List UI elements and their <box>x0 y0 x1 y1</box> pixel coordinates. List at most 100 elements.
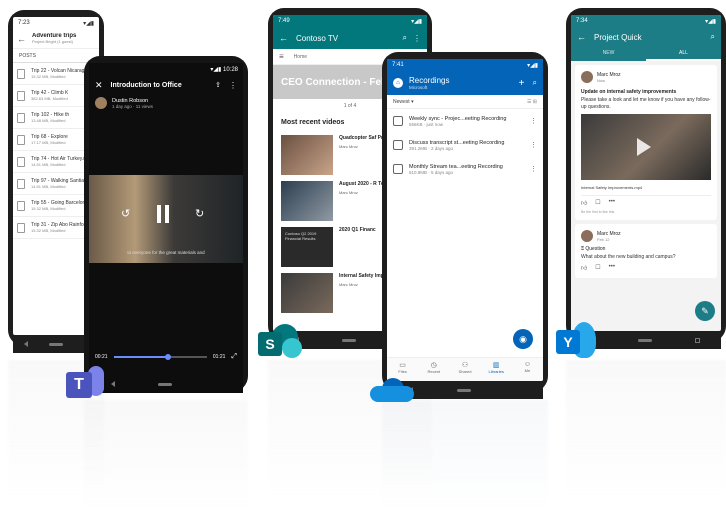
back-arrow-icon[interactable]: ← <box>17 34 26 44</box>
video-thumbnail[interactable] <box>581 114 711 180</box>
post-author[interactable]: Marc Mroz <box>597 72 621 78</box>
video-file-icon <box>17 90 25 101</box>
post-card: Marc Mroz Now Update on internal safety i… <box>575 65 717 220</box>
back-arrow-icon[interactable]: ← <box>279 33 288 43</box>
tab-label: Libraries <box>488 369 504 374</box>
video-thumbnail[interactable] <box>281 273 333 313</box>
home-folder-icon[interactable]: ⌂ <box>393 78 403 88</box>
seek-handle[interactable] <box>164 354 171 360</box>
more-icon[interactable]: ••• <box>609 264 615 272</box>
search-icon[interactable]: ⌕ <box>533 78 537 88</box>
video-thumbnail[interactable]: Contoso Q2 2019 Financial Results <box>281 227 333 267</box>
compose-button[interactable]: ✎ <box>695 301 715 321</box>
yammer-logo: Y <box>556 322 600 362</box>
comment-icon[interactable]: ☐ <box>595 264 600 272</box>
more-icon[interactable]: ⋮ <box>413 34 421 43</box>
hero-banner[interactable]: CEO Connection - Feb 2 <box>281 77 395 88</box>
pause-icon[interactable] <box>155 205 171 223</box>
video-file-icon <box>17 222 25 233</box>
tab-recent[interactable]: ◷ Recent <box>418 358 449 381</box>
thumbnail-text: Contoso Q2 2019 Financial Results <box>285 231 317 242</box>
video-thumbnail[interactable] <box>281 181 333 221</box>
home-icon[interactable] <box>457 388 472 392</box>
author-name[interactable]: Dustin Robson <box>112 98 153 104</box>
tab-all[interactable]: ALL <box>646 47 721 61</box>
yammer-letter: Y <box>556 330 580 354</box>
tab-posts[interactable]: POSTS <box>13 49 99 63</box>
recording-file-icon <box>393 164 403 174</box>
breadcrumb[interactable]: Home <box>294 54 307 60</box>
comment-icon[interactable]: ☐ <box>595 199 600 207</box>
folder-title: Recordings <box>409 76 450 85</box>
file-row[interactable]: Discuss transcript st...eeting Recording… <box>387 133 543 157</box>
forward-icon[interactable]: ↻ <box>195 207 204 220</box>
camera-button[interactable]: ◉ <box>513 329 533 349</box>
folder-subtitle: Microsoft <box>409 85 428 90</box>
video-file-icon <box>17 200 25 211</box>
search-icon[interactable]: ⌕ <box>711 32 715 42</box>
post-author[interactable]: Marc Mroz <box>597 231 621 237</box>
site-title: Contoso TV <box>296 33 339 43</box>
sort-dropdown[interactable]: Newest ▾ <box>393 99 527 105</box>
share-icon[interactable]: ⇪ <box>215 81 221 89</box>
attachment-name[interactable]: Internal Safety Improvements.mp4 <box>581 185 711 190</box>
video-meta: 1 day ago · 11 views <box>112 103 153 109</box>
tab-new[interactable]: NEW <box>571 47 646 61</box>
file-row[interactable]: Weekly sync - Projec...eeting Recording 5… <box>387 109 543 133</box>
tab-me[interactable]: ☺ Me <box>512 358 543 381</box>
play-icon[interactable] <box>637 138 651 156</box>
more-icon[interactable]: ⋮ <box>530 141 537 149</box>
menu-icon[interactable]: ≡ <box>279 52 284 61</box>
tab-libraries[interactable]: ▥ Libraries <box>481 358 512 381</box>
search-icon[interactable]: ⌕ <box>403 33 407 43</box>
video-title: 2020 Q1 Financ <box>339 227 376 233</box>
status-time: 7:23 <box>18 20 30 26</box>
recording-file-icon <box>393 140 403 150</box>
video-frame[interactable]: ↺ ↻ to everyone for the great materials … <box>89 175 243 263</box>
rewind-icon[interactable]: ↺ <box>121 207 130 220</box>
reflection <box>566 360 726 500</box>
view-toggle-icon[interactable]: ☰ ⊞ <box>527 99 537 105</box>
video-file-icon <box>17 134 25 145</box>
more-icon[interactable]: ⋮ <box>530 117 537 125</box>
elapsed-time: 00:21 <box>95 354 108 360</box>
file-meta: 391.2MB · 2 days ago <box>409 145 454 151</box>
teams-letter: T <box>66 372 92 398</box>
status-time: 10:28 <box>222 66 238 73</box>
status-bar: ▾◢▮ 10:28 <box>210 66 238 73</box>
back-icon[interactable] <box>110 381 115 387</box>
back-icon[interactable] <box>23 341 28 347</box>
avatar[interactable] <box>95 97 107 109</box>
more-icon[interactable]: ••• <box>609 199 615 207</box>
post-headline: Update on internal safety improvements <box>581 89 677 95</box>
home-icon[interactable] <box>342 338 357 342</box>
status-bar: 7:49 ▾◢▮ <box>278 18 422 25</box>
post-time: Now <box>597 77 606 83</box>
tab-label: Files <box>398 369 407 374</box>
home-icon[interactable] <box>158 382 173 386</box>
add-icon[interactable]: + <box>519 78 525 89</box>
seek-bar[interactable] <box>113 354 207 360</box>
home-icon[interactable] <box>638 338 653 342</box>
video-thumbnail[interactable] <box>281 135 333 175</box>
more-icon[interactable]: ⋮ <box>229 81 237 90</box>
like-icon[interactable]: 👍︎ <box>581 264 587 272</box>
avatar[interactable] <box>581 71 593 83</box>
avatar[interactable] <box>581 230 593 242</box>
back-arrow-icon[interactable]: ← <box>577 32 586 42</box>
home-icon[interactable] <box>48 342 63 346</box>
video-title: Introduction to Office <box>110 81 182 89</box>
file-meta: 382.63 MB, Modified <box>31 96 68 101</box>
tab-icon: ⚇ <box>461 362 469 369</box>
phone-teams-video: ▾◢▮ 10:28 ✕ Introduction to Office ⇪ ⋮ D… <box>84 56 248 393</box>
post-body: What about the new building and campus? <box>581 254 676 260</box>
sharepoint-letter: S <box>258 332 282 356</box>
close-icon[interactable]: ✕ <box>95 80 103 91</box>
fullscreen-icon[interactable]: ⤢ <box>231 353 237 361</box>
like-icon[interactable]: 👍︎ <box>581 199 587 207</box>
file-row[interactable]: Monthly Stream tea...eeting Recording 510… <box>387 157 543 181</box>
recents-icon[interactable] <box>694 337 700 343</box>
more-icon[interactable]: ⋮ <box>530 165 537 173</box>
tab-shared[interactable]: ⚇ Shared <box>449 358 480 381</box>
status-time: 7:49 <box>278 18 290 24</box>
